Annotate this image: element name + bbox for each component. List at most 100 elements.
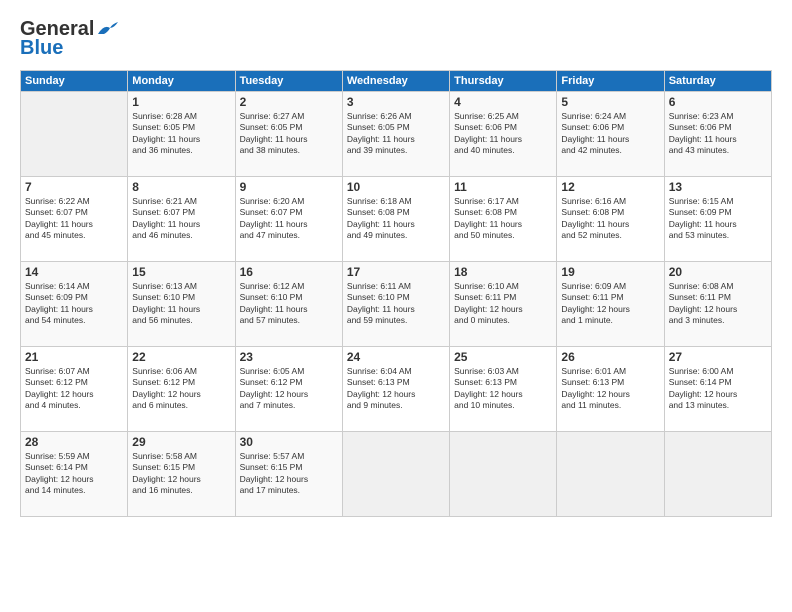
calendar-cell: 15 Sunrise: 6:13 AM Sunset: 6:10 PM Dayli… bbox=[128, 262, 235, 347]
calendar-cell: 14Sunrise: 6:14 AM Sunset: 6:09 PM Dayli… bbox=[21, 262, 128, 347]
calendar-table: SundayMondayTuesdayWednesdayThursdayFrid… bbox=[20, 70, 772, 517]
day-info: Sunrise: 6:13 AM Sunset: 6:10 PM Dayligh… bbox=[132, 281, 230, 327]
day-number: 14 bbox=[25, 265, 123, 279]
day-info: Sunrise: 6:04 AM Sunset: 6:13 PM Dayligh… bbox=[347, 366, 445, 412]
calendar-cell: 24 Sunrise: 6:04 AM Sunset: 6:13 PM Dayli… bbox=[342, 347, 449, 432]
day-number: 12 bbox=[561, 180, 659, 194]
day-info: Sunrise: 6:03 AM Sunset: 6:13 PM Dayligh… bbox=[454, 366, 552, 412]
calendar-cell: 4 Sunrise: 6:25 AM Sunset: 6:06 PM Daylig… bbox=[450, 92, 557, 177]
calendar-cell: 29 Sunrise: 5:58 AM Sunset: 6:15 PM Dayli… bbox=[128, 432, 235, 517]
calendar-cell: 1 Sunrise: 6:28 AM Sunset: 6:05 PM Daylig… bbox=[128, 92, 235, 177]
calendar-cell: 3 Sunrise: 6:26 AM Sunset: 6:05 PM Daylig… bbox=[342, 92, 449, 177]
day-info: Sunrise: 6:23 AM Sunset: 6:06 PM Dayligh… bbox=[669, 111, 767, 157]
page: General Blue SundayMondayTuesdayWednesda… bbox=[0, 0, 792, 612]
day-info: Sunrise: 6:00 AM Sunset: 6:14 PM Dayligh… bbox=[669, 366, 767, 412]
day-info: Sunrise: 6:09 AM Sunset: 6:11 PM Dayligh… bbox=[561, 281, 659, 327]
day-info: Sunrise: 6:12 AM Sunset: 6:10 PM Dayligh… bbox=[240, 281, 338, 327]
day-number: 9 bbox=[240, 180, 338, 194]
calendar-cell: 5 Sunrise: 6:24 AM Sunset: 6:06 PM Daylig… bbox=[557, 92, 664, 177]
calendar-cell: 16 Sunrise: 6:12 AM Sunset: 6:10 PM Dayli… bbox=[235, 262, 342, 347]
calendar-cell: 28 Sunrise: 5:59 AM Sunset: 6:14 PM Dayli… bbox=[21, 432, 128, 517]
day-number: 4 bbox=[454, 95, 552, 109]
calendar-cell: 26Sunrise: 6:01 AM Sunset: 6:13 PM Dayli… bbox=[557, 347, 664, 432]
logo-bird-icon bbox=[96, 22, 118, 38]
calendar-cell: 2Sunrise: 6:27 AM Sunset: 6:05 PM Daylig… bbox=[235, 92, 342, 177]
day-number: 24 bbox=[347, 350, 445, 364]
calendar-cell: 11 Sunrise: 6:17 AM Sunset: 6:08 PM Dayli… bbox=[450, 177, 557, 262]
day-info: Sunrise: 6:25 AM Sunset: 6:06 PM Dayligh… bbox=[454, 111, 552, 157]
calendar-week-row: 1 Sunrise: 6:28 AM Sunset: 6:05 PM Daylig… bbox=[21, 92, 772, 177]
day-info: Sunrise: 6:17 AM Sunset: 6:08 PM Dayligh… bbox=[454, 196, 552, 242]
day-number: 16 bbox=[240, 265, 338, 279]
day-info: Sunrise: 6:06 AM Sunset: 6:12 PM Dayligh… bbox=[132, 366, 230, 412]
day-info: Sunrise: 5:59 AM Sunset: 6:14 PM Dayligh… bbox=[25, 451, 123, 497]
calendar-cell: 17 Sunrise: 6:11 AM Sunset: 6:10 PM Dayli… bbox=[342, 262, 449, 347]
calendar-cell: 19 Sunrise: 6:09 AM Sunset: 6:11 PM Dayli… bbox=[557, 262, 664, 347]
day-info: Sunrise: 6:26 AM Sunset: 6:05 PM Dayligh… bbox=[347, 111, 445, 157]
day-number: 11 bbox=[454, 180, 552, 194]
day-info: Sunrise: 6:28 AM Sunset: 6:05 PM Dayligh… bbox=[132, 111, 230, 157]
day-of-week-header: Tuesday bbox=[235, 71, 342, 92]
header: General Blue bbox=[20, 18, 772, 60]
day-info: Sunrise: 5:57 AM Sunset: 6:15 PM Dayligh… bbox=[240, 451, 338, 497]
day-of-week-header: Sunday bbox=[21, 71, 128, 92]
calendar-cell: 6 Sunrise: 6:23 AM Sunset: 6:06 PM Daylig… bbox=[664, 92, 771, 177]
day-number: 8 bbox=[132, 180, 230, 194]
day-number: 3 bbox=[347, 95, 445, 109]
day-number: 13 bbox=[669, 180, 767, 194]
day-info: Sunrise: 6:27 AM Sunset: 6:05 PM Dayligh… bbox=[240, 111, 338, 157]
day-info: Sunrise: 6:22 AM Sunset: 6:07 PM Dayligh… bbox=[25, 196, 123, 242]
calendar-cell: 25Sunrise: 6:03 AM Sunset: 6:13 PM Dayli… bbox=[450, 347, 557, 432]
day-info: Sunrise: 6:20 AM Sunset: 6:07 PM Dayligh… bbox=[240, 196, 338, 242]
calendar-cell bbox=[21, 92, 128, 177]
calendar-cell bbox=[557, 432, 664, 517]
day-number: 28 bbox=[25, 435, 123, 449]
calendar-week-row: 21Sunrise: 6:07 AM Sunset: 6:12 PM Dayli… bbox=[21, 347, 772, 432]
header-row: SundayMondayTuesdayWednesdayThursdayFrid… bbox=[21, 71, 772, 92]
calendar-cell: 20 Sunrise: 6:08 AM Sunset: 6:11 PM Dayli… bbox=[664, 262, 771, 347]
day-number: 17 bbox=[347, 265, 445, 279]
day-info: Sunrise: 6:18 AM Sunset: 6:08 PM Dayligh… bbox=[347, 196, 445, 242]
calendar-header: SundayMondayTuesdayWednesdayThursdayFrid… bbox=[21, 71, 772, 92]
day-number: 30 bbox=[240, 435, 338, 449]
day-number: 26 bbox=[561, 350, 659, 364]
day-number: 23 bbox=[240, 350, 338, 364]
day-number: 10 bbox=[347, 180, 445, 194]
day-info: Sunrise: 6:07 AM Sunset: 6:12 PM Dayligh… bbox=[25, 366, 123, 412]
calendar-cell: 9 Sunrise: 6:20 AM Sunset: 6:07 PM Daylig… bbox=[235, 177, 342, 262]
day-info: Sunrise: 6:21 AM Sunset: 6:07 PM Dayligh… bbox=[132, 196, 230, 242]
calendar-cell: 13 Sunrise: 6:15 AM Sunset: 6:09 PM Dayli… bbox=[664, 177, 771, 262]
calendar-cell: 7Sunrise: 6:22 AM Sunset: 6:07 PM Daylig… bbox=[21, 177, 128, 262]
day-info: Sunrise: 6:05 AM Sunset: 6:12 PM Dayligh… bbox=[240, 366, 338, 412]
day-number: 22 bbox=[132, 350, 230, 364]
logo: General Blue bbox=[20, 18, 118, 60]
day-number: 15 bbox=[132, 265, 230, 279]
day-of-week-header: Monday bbox=[128, 71, 235, 92]
day-info: Sunrise: 6:24 AM Sunset: 6:06 PM Dayligh… bbox=[561, 111, 659, 157]
calendar-cell: 12 Sunrise: 6:16 AM Sunset: 6:08 PM Dayli… bbox=[557, 177, 664, 262]
day-info: Sunrise: 6:16 AM Sunset: 6:08 PM Dayligh… bbox=[561, 196, 659, 242]
day-of-week-header: Thursday bbox=[450, 71, 557, 92]
day-number: 18 bbox=[454, 265, 552, 279]
calendar-cell: 27 Sunrise: 6:00 AM Sunset: 6:14 PM Dayli… bbox=[664, 347, 771, 432]
day-of-week-header: Saturday bbox=[664, 71, 771, 92]
day-number: 27 bbox=[669, 350, 767, 364]
day-of-week-header: Friday bbox=[557, 71, 664, 92]
calendar-cell bbox=[450, 432, 557, 517]
day-info: Sunrise: 6:11 AM Sunset: 6:10 PM Dayligh… bbox=[347, 281, 445, 327]
day-info: Sunrise: 6:10 AM Sunset: 6:11 PM Dayligh… bbox=[454, 281, 552, 327]
calendar-week-row: 14Sunrise: 6:14 AM Sunset: 6:09 PM Dayli… bbox=[21, 262, 772, 347]
calendar-cell: 23 Sunrise: 6:05 AM Sunset: 6:12 PM Dayli… bbox=[235, 347, 342, 432]
day-number: 1 bbox=[132, 95, 230, 109]
day-number: 5 bbox=[561, 95, 659, 109]
day-number: 20 bbox=[669, 265, 767, 279]
day-info: Sunrise: 6:15 AM Sunset: 6:09 PM Dayligh… bbox=[669, 196, 767, 242]
day-number: 6 bbox=[669, 95, 767, 109]
calendar-cell: 30 Sunrise: 5:57 AM Sunset: 6:15 PM Dayli… bbox=[235, 432, 342, 517]
day-info: Sunrise: 6:08 AM Sunset: 6:11 PM Dayligh… bbox=[669, 281, 767, 327]
day-info: Sunrise: 5:58 AM Sunset: 6:15 PM Dayligh… bbox=[132, 451, 230, 497]
calendar-cell: 22 Sunrise: 6:06 AM Sunset: 6:12 PM Dayli… bbox=[128, 347, 235, 432]
day-number: 29 bbox=[132, 435, 230, 449]
calendar-cell: 18 Sunrise: 6:10 AM Sunset: 6:11 PM Dayli… bbox=[450, 262, 557, 347]
day-number: 19 bbox=[561, 265, 659, 279]
